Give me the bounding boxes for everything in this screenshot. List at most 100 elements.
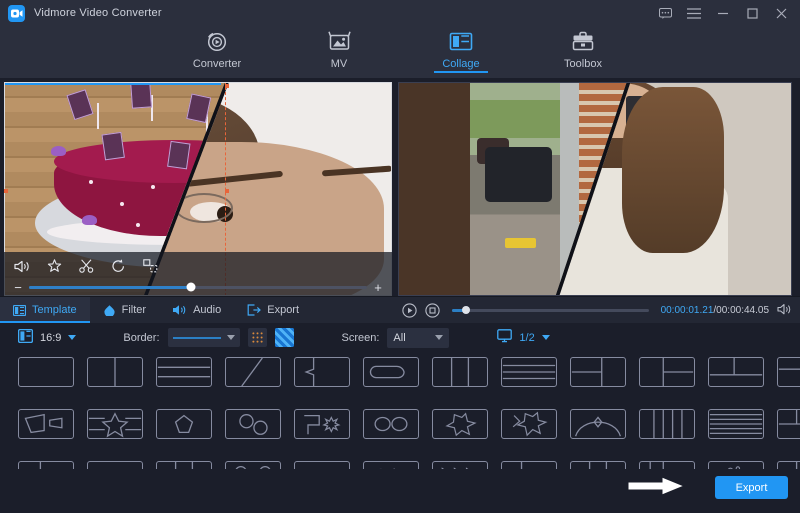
- tabs-transport-row: Template Filter Audio Export: [0, 296, 800, 323]
- app-title: Vidmore Video Converter: [34, 7, 162, 19]
- app-window: Vidmore Video Converter Convert: [0, 0, 800, 506]
- template-tile-two-ovals[interactable]: [363, 409, 419, 439]
- template-tile-two-vertical[interactable]: [87, 357, 143, 387]
- export-icon: [247, 304, 261, 316]
- resize-handle[interactable]: [225, 84, 229, 88]
- template-tile-five-horizontal[interactable]: [708, 409, 764, 439]
- template-tile-pentagon[interactable]: [156, 409, 212, 439]
- tab-collage-label: Collage: [442, 58, 479, 70]
- seek-bar[interactable]: [452, 309, 649, 312]
- tab-filter[interactable]: Filter: [90, 297, 159, 323]
- template-page-selector[interactable]: 1/2: [497, 329, 549, 346]
- screen-value: All: [393, 332, 405, 344]
- preview-canvas[interactable]: INDUSTRIAL ARTS Society: [398, 82, 792, 296]
- tab-mv[interactable]: MV: [300, 26, 378, 70]
- zoom-in-button[interactable]: +: [374, 280, 382, 295]
- time-display: 00:00:01.21/00:00:44.05: [661, 305, 769, 316]
- feedback-icon[interactable]: [658, 6, 672, 20]
- chevron-down-icon[interactable]: [227, 335, 235, 340]
- template-tile-grid-2x3[interactable]: [777, 409, 800, 439]
- tab-toolbox[interactable]: Toolbox: [544, 26, 622, 70]
- template-tile-three-vertical[interactable]: [432, 357, 488, 387]
- menu-icon[interactable]: [687, 6, 701, 20]
- border-label: Border:: [123, 332, 159, 344]
- zoom-slider[interactable]: − +: [14, 278, 382, 296]
- tab-collage[interactable]: Collage: [422, 26, 500, 70]
- stop-icon[interactable]: [425, 303, 440, 318]
- border-controls: Border:: [123, 328, 293, 347]
- tab-audio-label: Audio: [193, 304, 221, 316]
- template-tile-top-bottom-split[interactable]: [777, 357, 800, 387]
- chevron-down-icon[interactable]: [68, 335, 76, 340]
- template-tile-megaphone[interactable]: [18, 409, 74, 439]
- template-options-row: 16:9 Border: Screen: All 1: [0, 323, 800, 352]
- template-tile-arc-diamond[interactable]: [570, 409, 626, 439]
- toolbox-icon: [572, 29, 594, 54]
- audio-icon: [172, 304, 187, 316]
- aspect-ratio-icon: [18, 329, 33, 346]
- tab-filter-label: Filter: [122, 304, 146, 316]
- template-tile-left-split-right[interactable]: [570, 357, 626, 387]
- crop-icon[interactable]: [143, 259, 158, 273]
- template-row: [18, 357, 800, 387]
- template-icon: [13, 305, 26, 316]
- scissors-trim-icon[interactable]: [79, 259, 94, 273]
- template-tile-four-vertical[interactable]: [639, 409, 695, 439]
- border-dot-pattern-button[interactable]: [248, 328, 267, 347]
- tab-export-label: Export: [267, 304, 299, 316]
- seek-knob[interactable]: [462, 306, 470, 314]
- border-stripe-pattern-button[interactable]: [275, 328, 294, 347]
- collage-edit-canvas[interactable]: − +: [4, 82, 392, 296]
- volume-icon[interactable]: [14, 260, 30, 273]
- template-tile-two-circles[interactable]: [225, 409, 281, 439]
- filter-icon: [103, 304, 116, 316]
- zoom-track[interactable]: [29, 286, 367, 289]
- rotate-icon[interactable]: [111, 259, 126, 273]
- tab-toolbox-label: Toolbox: [564, 58, 602, 70]
- magic-effects-icon[interactable]: [47, 259, 62, 273]
- screen-dropdown[interactable]: All: [387, 328, 449, 348]
- tab-converter[interactable]: Converter: [178, 26, 256, 70]
- footer-bar: Export: [0, 469, 800, 506]
- chevron-down-icon[interactable]: [435, 335, 443, 340]
- minimize-icon[interactable]: [716, 6, 730, 20]
- aspect-ratio-value: 16:9: [40, 332, 61, 344]
- zoom-knob[interactable]: [187, 283, 196, 292]
- resize-handle[interactable]: [225, 189, 229, 193]
- play-icon[interactable]: [402, 303, 417, 318]
- window-controls: [658, 6, 792, 20]
- border-style-dropdown[interactable]: [168, 328, 240, 347]
- tab-template[interactable]: Template: [0, 297, 90, 323]
- template-tile-flag-sun[interactable]: [294, 409, 350, 439]
- monitor-icon: [497, 329, 512, 346]
- template-row: [18, 409, 800, 439]
- tab-export[interactable]: Export: [234, 297, 312, 323]
- template-tile-rounded-shape[interactable]: [363, 357, 419, 387]
- template-tile-puzzle-burst[interactable]: [432, 409, 488, 439]
- template-tile-star-band[interactable]: [87, 409, 143, 439]
- template-tile-puzzle-shape[interactable]: [501, 409, 557, 439]
- zoom-out-button[interactable]: −: [14, 280, 22, 295]
- template-tile-single[interactable]: [18, 357, 74, 387]
- template-tile-top-split-bottom[interactable]: [708, 357, 764, 387]
- template-tile-arrow-notch[interactable]: [294, 357, 350, 387]
- tab-audio[interactable]: Audio: [159, 297, 234, 323]
- template-tile-left-right-split[interactable]: [639, 357, 695, 387]
- tab-converter-label: Converter: [193, 58, 241, 70]
- close-icon[interactable]: [774, 6, 788, 20]
- resize-handle[interactable]: [4, 189, 8, 193]
- aspect-ratio-selector[interactable]: 16:9: [18, 329, 76, 346]
- app-logo: [8, 5, 25, 22]
- volume-icon[interactable]: [777, 303, 792, 318]
- chevron-down-icon[interactable]: [542, 335, 550, 340]
- template-tile-three-horizontal[interactable]: [501, 357, 557, 387]
- zoom-fill: [29, 286, 191, 289]
- template-page-value: 1/2: [519, 332, 534, 344]
- template-tile-two-horizontal-lines[interactable]: [156, 357, 212, 387]
- cell-selected-indicator: [4, 82, 221, 85]
- tab-template-label: Template: [32, 304, 77, 316]
- maximize-icon[interactable]: [745, 6, 759, 20]
- editor-tabs: Template Filter Audio Export: [0, 297, 392, 323]
- template-tile-diagonal-split[interactable]: [225, 357, 281, 387]
- export-button[interactable]: Export: [715, 476, 788, 499]
